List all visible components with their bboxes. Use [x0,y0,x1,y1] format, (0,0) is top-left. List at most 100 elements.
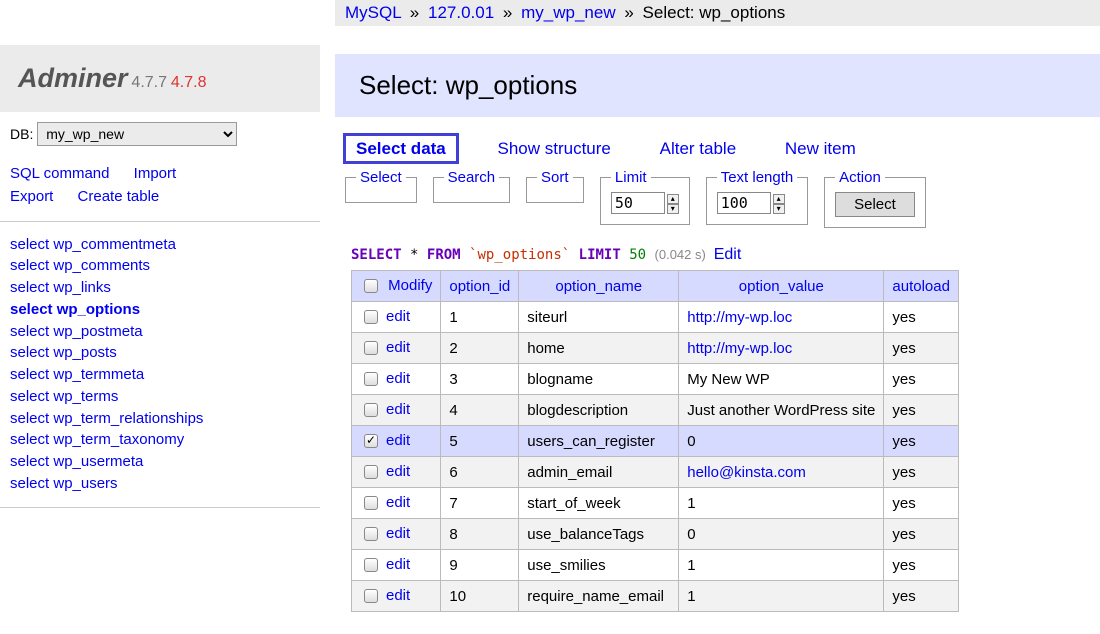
text-length-input[interactable] [717,192,771,214]
bc-driver[interactable]: MySQL [345,3,401,22]
tab-show-structure[interactable]: Show structure [488,136,621,161]
row-checkbox[interactable] [364,589,378,603]
sidebar-table-select[interactable]: select [10,236,49,253]
sidebar-table-name[interactable]: wp_termmeta [53,366,144,383]
col-option-id[interactable]: option_id [441,271,519,302]
row-checkbox[interactable] [364,558,378,572]
bc-sep: » [503,3,512,22]
edit-row-link[interactable]: edit [386,432,410,449]
sidebar-table-select[interactable]: select [10,344,49,361]
bc-db[interactable]: my_wp_new [521,3,616,22]
cell-id: 5 [441,426,519,457]
legend-search[interactable]: Search [444,169,500,186]
col-option-value[interactable]: option_value [679,271,884,302]
edit-row-link[interactable]: edit [386,494,410,511]
sidebar-table-name[interactable]: wp_commentmeta [53,236,176,253]
modify-header-link[interactable]: Modify [388,277,432,294]
col-option-name[interactable]: option_name [519,271,679,302]
text-length-spinner[interactable]: ▴▾ [773,194,785,214]
chevron-up-icon[interactable]: ▴ [773,194,785,204]
edit-row-link[interactable]: edit [386,370,410,387]
edit-query-link[interactable]: Edit [714,246,742,263]
tab-select-data[interactable]: Select data [343,133,459,164]
main: MySQL » 127.0.01 » my_wp_new » Select: w… [335,0,1100,612]
sidebar-table-select[interactable]: select [10,301,53,318]
col-autoload[interactable]: autoload [884,271,959,302]
cell-value: My New WP [687,371,770,388]
row-checkbox[interactable] [364,372,378,386]
cell-name: blogdescription [519,395,679,426]
edit-row-link[interactable]: edit [386,587,410,604]
row-checkbox[interactable] [364,527,378,541]
app-update-version[interactable]: 4.7.8 [171,74,207,91]
sidebar-table-select[interactable]: select [10,366,49,383]
sidebar-table-name[interactable]: wp_terms [53,388,118,405]
sidebar-table-select[interactable]: select [10,410,49,427]
chevron-down-icon[interactable]: ▾ [773,204,785,214]
legend-sort[interactable]: Sort [537,169,573,186]
cell-autoload: yes [884,426,959,457]
edit-row-link[interactable]: edit [386,401,410,418]
cell-value: 1 [687,557,695,574]
sidebar-table-select[interactable]: select [10,431,49,448]
select-button[interactable]: Select [835,192,915,217]
cell-value-link[interactable]: hello@kinsta.com [687,464,806,481]
chevron-up-icon[interactable]: ▴ [667,194,679,204]
sidebar-table-name[interactable]: wp_comments [53,257,150,274]
tab-new-item[interactable]: New item [775,136,866,161]
select-all-checkbox[interactable] [364,279,378,293]
edit-row-link[interactable]: edit [386,556,410,573]
link-import[interactable]: Import [134,165,177,182]
limit-input[interactable] [611,192,665,214]
sidebar-table-select[interactable]: select [10,257,49,274]
sidebar-table-name[interactable]: wp_term_relationships [53,410,203,427]
row-checkbox[interactable] [364,496,378,510]
link-export[interactable]: Export [10,188,53,205]
edit-row-link[interactable]: edit [386,525,410,542]
link-create-table[interactable]: Create table [78,188,160,205]
cell-name: use_smilies [519,550,679,581]
cell-name: admin_email [519,457,679,488]
sidebar-table-select[interactable]: select [10,388,49,405]
table-row: edit8use_balanceTags0yes [352,519,959,550]
tab-alter-table[interactable]: Alter table [650,136,747,161]
fieldset-search[interactable]: Search [433,169,511,203]
legend-select[interactable]: Select [356,169,406,186]
row-checkbox[interactable] [364,403,378,417]
edit-row-link[interactable]: edit [386,463,410,480]
limit-spinner[interactable]: ▴▾ [667,194,679,214]
row-checkbox[interactable] [364,465,378,479]
sidebar-table-name[interactable]: wp_links [53,279,111,296]
cell-autoload: yes [884,302,959,333]
table-row: edit9use_smilies1yes [352,550,959,581]
table-row: edit6admin_emailhello@kinsta.comyes [352,457,959,488]
cell-value: 0 [687,433,695,450]
sidebar-table-select[interactable]: select [10,279,49,296]
sidebar-table-name[interactable]: wp_postmeta [53,323,142,340]
cell-value-link[interactable]: http://my-wp.loc [687,309,792,326]
row-checkbox[interactable] [364,310,378,324]
sidebar-table-name[interactable]: wp_posts [53,344,116,361]
table-row: edit10require_name_email1yes [352,581,959,612]
row-checkbox[interactable] [364,341,378,355]
sidebar-table-select[interactable]: select [10,323,49,340]
sidebar-table-name[interactable]: wp_term_taxonomy [53,431,184,448]
cell-value-link[interactable]: http://my-wp.loc [687,340,792,357]
fieldset-select[interactable]: Select [345,169,417,203]
sidebar-table-name[interactable]: wp_users [53,475,117,492]
link-sql-command[interactable]: SQL command [10,165,110,182]
sidebar-table-select[interactable]: select [10,453,49,470]
bc-server[interactable]: 127.0.01 [428,3,494,22]
db-select[interactable]: my_wp_new [37,122,237,146]
edit-row-link[interactable]: edit [386,308,410,325]
chevron-down-icon[interactable]: ▾ [667,204,679,214]
sidebar-table-name[interactable]: wp_usermeta [53,453,143,470]
edit-row-link[interactable]: edit [386,339,410,356]
row-checkbox[interactable] [364,434,378,448]
fieldset-limit: Limit ▴▾ [600,169,690,225]
sidebar-table-select[interactable]: select [10,475,49,492]
fieldset-sort[interactable]: Sort [526,169,584,203]
table-row: edit1siteurlhttp://my-wp.locyes [352,302,959,333]
sidebar-table-name[interactable]: wp_options [57,301,140,318]
logo-box: Adminer 4.7.7 4.7.8 [0,45,320,112]
